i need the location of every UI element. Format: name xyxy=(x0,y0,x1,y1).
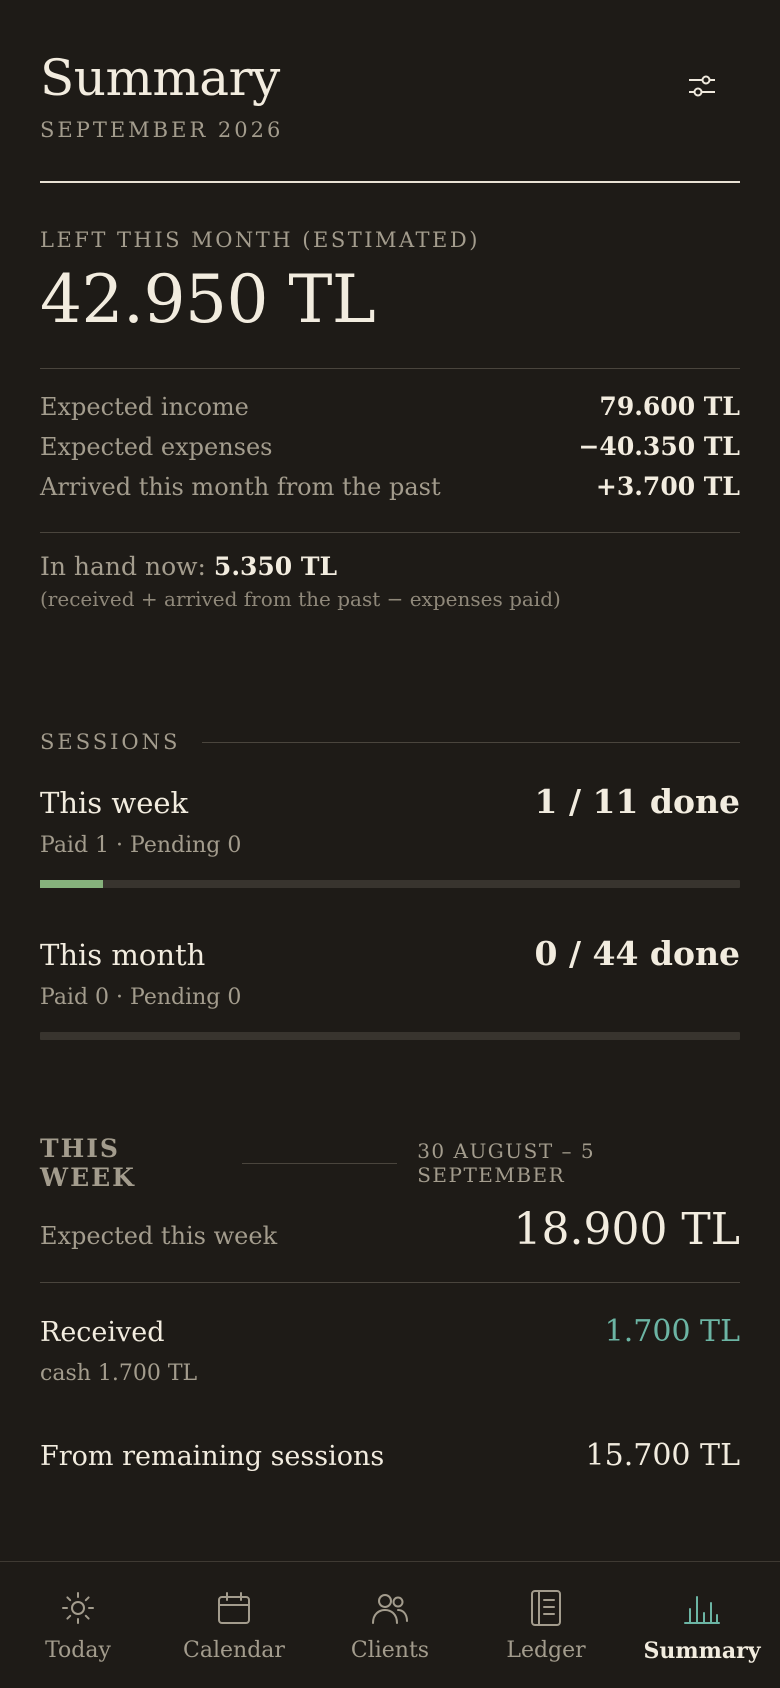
sliders-icon xyxy=(689,75,715,97)
breakdown-value: +3.700 TL xyxy=(595,472,740,501)
users-icon xyxy=(372,1594,408,1624)
left-this-month-amount: 42.950 TL xyxy=(40,261,376,338)
sessions-week-sub: Paid 1 · Pending 0 xyxy=(40,833,242,858)
sessions-month-count: 0 / 44 done xyxy=(534,934,740,973)
tab-today[interactable]: Today xyxy=(0,1562,156,1688)
summary-screen: Summary SEPTEMBER 2026 LEFT THIS MONTH (… xyxy=(0,0,780,1688)
this-week-date-range: 30 AUGUST – 5 SEPTEMBER xyxy=(417,1139,596,1187)
tab-label: Clients xyxy=(350,1638,430,1663)
breakdown-value: 79.600 TL xyxy=(599,392,740,421)
tab-label: Calendar xyxy=(183,1638,285,1663)
bar-chart-icon xyxy=(684,1596,720,1624)
page-subtitle-month: SEPTEMBER 2026 xyxy=(40,118,284,142)
breakdown-row-past: Arrived this month from the past +3.700 … xyxy=(40,472,740,512)
sessions-heading-label: SESSIONS xyxy=(40,730,181,754)
heading-rule xyxy=(242,1162,398,1164)
sessions-week-count: 1 / 11 done xyxy=(534,782,740,821)
ledger-icon xyxy=(531,1590,561,1626)
sessions-week-progress-bar xyxy=(40,880,740,888)
sessions-this-month[interactable]: This month 0 / 44 done Paid 0 · Pending … xyxy=(40,934,740,1040)
breakdown-row-income: Expected income 79.600 TL xyxy=(40,392,740,432)
sessions-week-name: This week xyxy=(40,786,189,820)
header: Summary SEPTEMBER 2026 xyxy=(40,48,740,142)
left-this-month-label: LEFT THIS MONTH (ESTIMATED) xyxy=(40,228,480,252)
tab-summary[interactable]: Summary xyxy=(624,1562,780,1688)
expected-this-week-label: Expected this week xyxy=(40,1222,278,1250)
remaining-value: 15.700 TL xyxy=(585,1438,740,1473)
tab-clients[interactable]: Clients xyxy=(312,1562,468,1688)
this-week-heading-label: THIS WEEK xyxy=(40,1134,136,1192)
breakdown-row-expenses: Expected expenses −40.350 TL xyxy=(40,432,740,472)
received-sub: cash 1.700 TL xyxy=(40,1361,198,1386)
bottom-tab-bar: Today Calendar Clients Ledger Summary xyxy=(0,1561,780,1688)
tab-label: Summary xyxy=(643,1638,761,1664)
divider xyxy=(40,368,740,369)
this-week-heading: THIS WEEK 30 AUGUST – 5 SEPTEMBER xyxy=(40,1134,740,1192)
expected-this-week: Expected this week 18.900 TL xyxy=(40,1204,740,1255)
left-this-month-card: LEFT THIS MONTH (ESTIMATED) 42.950 TL xyxy=(40,228,740,340)
in-hand-label: In hand now: xyxy=(40,552,206,581)
sessions-week-progress-fill xyxy=(40,880,103,888)
remaining-label: From remaining sessions xyxy=(40,1441,385,1472)
divider xyxy=(40,532,740,533)
sessions-heading: SESSIONS xyxy=(40,730,740,754)
in-hand-now: In hand now: 5.350 TL (received + arrive… xyxy=(40,552,740,611)
tab-label: Today xyxy=(45,1638,111,1663)
tab-label: Ledger xyxy=(506,1638,586,1663)
in-hand-value: 5.350 TL xyxy=(213,552,338,581)
breakdown-label: Arrived this month from the past xyxy=(40,473,441,501)
month-breakdown: Expected income 79.600 TL Expected expen… xyxy=(40,392,740,512)
from-remaining-sessions: From remaining sessions 15.700 TL xyxy=(40,1438,740,1473)
breakdown-label: Expected expenses xyxy=(40,433,273,461)
expected-this-week-value: 18.900 TL xyxy=(513,1204,740,1255)
in-hand-note: (received + arrived from the past − expe… xyxy=(40,587,561,611)
header-divider xyxy=(40,181,740,183)
filter-button[interactable] xyxy=(682,66,722,106)
calendar-icon xyxy=(218,1592,250,1624)
breakdown-value: −40.350 TL xyxy=(578,432,740,461)
sessions-this-week[interactable]: This week 1 / 11 done Paid 1 · Pending 0 xyxy=(40,782,740,888)
divider xyxy=(40,1282,740,1283)
sessions-month-progress-bar xyxy=(40,1032,740,1040)
breakdown-label: Expected income xyxy=(40,393,249,421)
heading-rule xyxy=(202,741,740,743)
sessions-month-sub: Paid 0 · Pending 0 xyxy=(40,985,242,1010)
received-label: Received xyxy=(40,1317,165,1348)
tab-calendar[interactable]: Calendar xyxy=(156,1562,312,1688)
received-value: 1.700 TL xyxy=(604,1314,740,1349)
sessions-month-name: This month xyxy=(40,938,206,972)
received-this-week: Received 1.700 TL cash 1.700 TL xyxy=(40,1314,740,1386)
sun-icon xyxy=(62,1592,94,1624)
page-title: Summary xyxy=(40,49,280,107)
tab-ledger[interactable]: Ledger xyxy=(468,1562,624,1688)
